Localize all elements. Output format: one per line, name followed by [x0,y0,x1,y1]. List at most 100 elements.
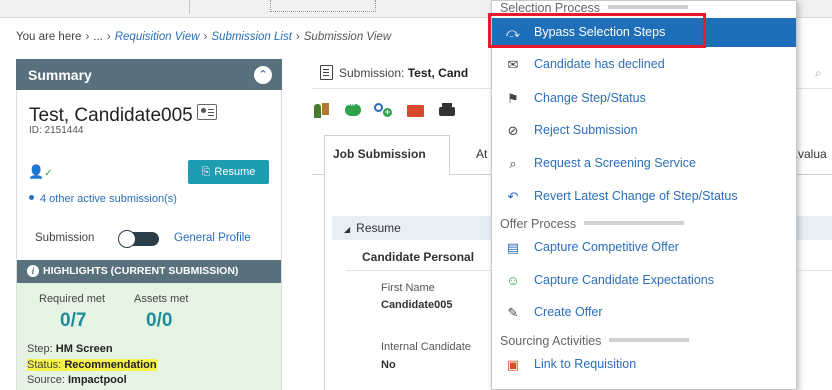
summary-panel: Test, Candidate005 ID: 2151444 👤✓ ⎘ Resum… [16,90,282,390]
assets-met-value: 0/0 [146,310,173,331]
toggle-label-general-profile[interactable]: General Profile [174,232,251,244]
collapse-chevron-up-icon[interactable]: ⌃ [254,66,272,84]
group-divider [609,338,690,342]
comment-icon[interactable] [344,100,362,120]
highlight-annotation-box [488,13,706,48]
breadcrumb-prefix: You are here [16,31,82,43]
submission-title: Submission: Test, Cand [320,65,468,80]
toggle-label-submission: Submission [35,232,95,244]
source-line: Source: Impactpool [27,374,127,386]
print-icon[interactable] [438,102,456,120]
candidate-id: ID: 2151444 [29,125,84,136]
search-icon[interactable]: ⌕ [815,66,822,81]
first-name-label: First Name [381,282,435,294]
breadcrumb-requisition-view[interactable]: Requisition View [115,31,200,43]
submission-doc-icon [320,65,333,80]
menu-item-label: Revert Latest Change of Step/Status [534,189,738,203]
submission-label: Submission: [339,66,405,80]
step-label: Step: [27,343,53,355]
menu-item-label: Create Offer [534,305,603,319]
required-met-value: 0/7 [60,310,87,331]
resume-section-title: Resume [356,221,401,235]
menu-item-revert-change[interactable]: ↶ Revert Latest Change of Step/Status [492,182,796,211]
candidate-name: Test, Candidate005 [29,104,217,127]
email-icon[interactable] [406,102,424,120]
highlights-title: HIGHLIGHTS (CURRENT SUBMISSION) [43,265,239,277]
assets-met-label: Assets met [134,293,189,305]
breadcrumb-separator: › [203,31,208,43]
menu-item-label: Capture Candidate Expectations [534,273,714,287]
status-line: Status: Recommendation [27,359,157,371]
menu-group-offer-process: Offer Process [500,217,685,231]
menu-item-label: Request a Screening Service [534,156,696,170]
submission-name: Test, Cand [407,66,469,80]
expectations-icon: ☺ [506,273,520,288]
menu-item-candidate-declined[interactable]: ✉ Candidate has declined [492,50,796,79]
candidate-personal-heading: Candidate Personal [362,250,475,264]
internal-candidate-value: No [381,359,396,371]
step-value: HM Screen [55,343,113,355]
breadcrumb-ellipsis[interactable]: ... [93,31,103,43]
breadcrumb-separator: › [85,31,90,43]
resume-button-label: Resume [214,166,256,178]
breadcrumb-separator: › [106,31,111,43]
highlights-body: Required met Assets met 0/7 0/0 Step: HM… [17,283,281,390]
menu-item-capture-expectations[interactable]: ☺ Capture Candidate Expectations [492,266,796,295]
app-root: You are here ›... › Requisition View › Submis… [0,0,832,390]
menu-group-sourcing-activities: Sourcing Activities [500,334,690,348]
link-requisition-icon: ▣ [506,357,520,372]
source-value: Impactpool [67,374,127,386]
change-step-icon: ⚑ [507,91,519,106]
group-divider [584,221,685,225]
menu-item-capture-competitive-offer[interactable]: ▤ Capture Competitive Offer [492,233,796,262]
create-offer-icon: ✎ [507,305,519,320]
highlights-header: i HIGHLIGHTS (CURRENT SUBMISSION) [17,260,281,283]
other-submissions-link[interactable]: 4 other active submission(s) [29,193,177,205]
revert-icon: ↶ [507,189,519,204]
top-strip-segment [0,0,190,14]
menu-item-create-offer[interactable]: ✎ Create Offer [492,298,796,327]
bullet-icon [29,195,34,200]
menu-group-label: Sourcing Activities [500,334,602,348]
source-label: Source: [27,374,65,386]
first-name-value: Candidate005 [381,299,453,311]
group-divider [608,5,689,9]
tab-job-submission[interactable]: Job Submission [324,135,450,176]
breadcrumb: You are here ›... › Requisition View › Submis… [16,31,391,43]
submission-profile-toggle[interactable] [118,230,159,248]
internal-candidate-label: Internal Candidate [381,341,471,353]
reject-icon: ⊘ [507,123,519,138]
tab-attachments[interactable]: At [476,147,487,161]
resume-button[interactable]: ⎘ Resume [188,160,269,184]
other-submissions-text: 4 other active submission(s) [40,193,177,205]
menu-group-label: Offer Process [500,217,577,231]
collapse-triangle-icon: ◢ [344,225,351,234]
menu-item-reject-submission[interactable]: ⊘ Reject Submission [492,116,796,145]
menu-item-change-step-status[interactable]: ⚑ Change Step/Status [492,84,796,113]
menu-item-label: Link to Requisition [534,357,637,371]
menu-item-label: Reject Submission [534,123,638,137]
breadcrumb-separator: › [295,31,300,43]
toggle-knob [118,230,136,248]
menu-item-label: Change Step/Status [534,91,646,105]
info-icon: i [27,265,39,277]
change-step-toolbar-icon[interactable] [312,102,330,120]
top-strip-dotted-area [270,0,376,12]
breadcrumb-current: Submission View [303,31,392,43]
add-person-icon[interactable]: + [374,102,392,120]
menu-item-request-screening[interactable]: ⌕ Request a Screening Service [492,149,796,178]
menu-item-link-to-requisition[interactable]: ▣ Link to Requisition [492,350,796,379]
screening-icon: ⌕ [509,156,517,171]
declined-icon: ✉ [507,57,519,72]
candidate-name-text: Test, Candidate005 [29,105,193,126]
required-met-label: Required met [39,293,106,305]
summary-title: Summary [28,67,92,83]
person-check-icon: 👤✓ [28,164,53,179]
competitive-offer-icon: ▤ [506,240,520,255]
actions-dropdown-menu: Selection Process ⤼ Bypass Selection Step… [491,0,797,390]
step-line: Step: HM Screen [27,343,113,355]
menu-item-label: Candidate has declined [534,57,665,71]
breadcrumb-submission-list[interactable]: Submission List [211,31,292,43]
contact-card-icon[interactable] [196,104,217,120]
summary-header: Summary ⌃ [16,59,282,90]
